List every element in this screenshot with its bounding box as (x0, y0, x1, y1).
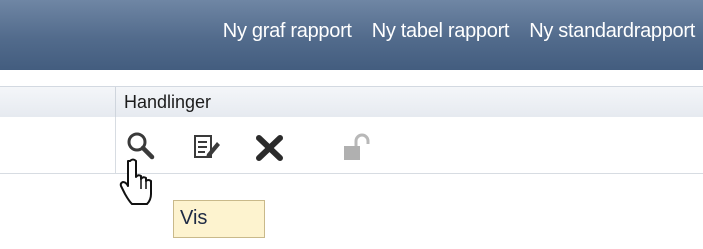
new-standard-report-link[interactable]: Ny standardrapport (529, 20, 695, 43)
unlock-icon[interactable] (340, 133, 372, 168)
new-graph-report-link[interactable]: Ny graf rapport (223, 20, 352, 43)
new-table-report-link[interactable]: Ny tabel rapport (372, 20, 510, 43)
top-toolbar: Ny graf rapport Ny tabel rapport Ny stan… (0, 0, 703, 70)
hand-cursor-icon (117, 157, 159, 212)
view-tooltip: Vis (173, 200, 265, 238)
edit-icon[interactable] (193, 134, 223, 167)
toolbar-links: Ny graf rapport Ny tabel rapport Ny stan… (223, 20, 696, 43)
column-divider (115, 87, 116, 117)
actions-column-header[interactable]: Handlinger (124, 92, 211, 113)
delete-x-icon[interactable] (255, 134, 285, 167)
column-divider (115, 117, 116, 173)
tooltip-text: Vis (180, 207, 208, 229)
table-header-row: Handlinger (0, 86, 703, 118)
